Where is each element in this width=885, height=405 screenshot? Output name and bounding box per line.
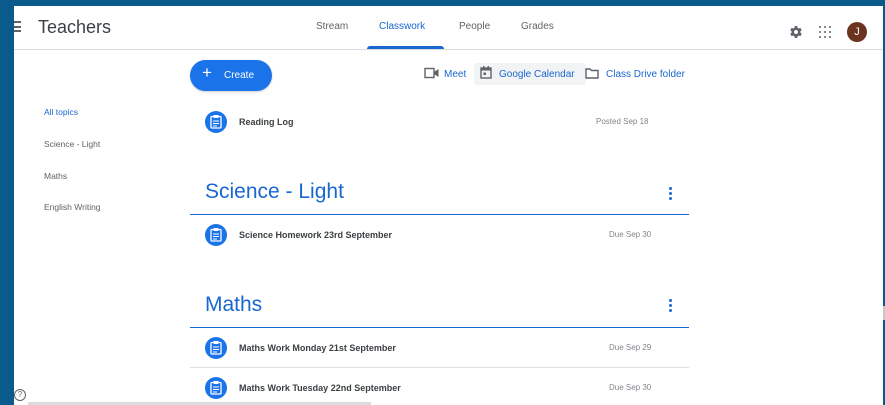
assignment-title[interactable]: Reading Log bbox=[239, 117, 294, 127]
section-title-science[interactable]: Science - Light bbox=[205, 180, 344, 204]
menu-icon[interactable] bbox=[14, 21, 21, 32]
create-button-label: Create bbox=[224, 70, 255, 81]
tab-grades[interactable]: Grades bbox=[521, 21, 554, 32]
create-button[interactable]: + Create bbox=[190, 60, 272, 91]
topic-english-writing[interactable]: English Writing bbox=[44, 202, 101, 212]
assignment-title[interactable]: Maths Work Monday 21st September bbox=[239, 343, 396, 353]
due-date: Due Sep 29 bbox=[609, 343, 652, 352]
active-tab-indicator bbox=[367, 46, 444, 49]
tab-stream[interactable]: Stream bbox=[316, 21, 348, 32]
help-icon[interactable]: ? bbox=[14, 389, 26, 401]
calendar-icon bbox=[480, 66, 492, 79]
due-date: Due Sep 30 bbox=[609, 230, 652, 239]
topic-all-topics[interactable]: All topics bbox=[44, 107, 78, 117]
topic-science-light[interactable]: Science - Light bbox=[44, 139, 100, 149]
row-divider bbox=[190, 367, 689, 368]
section-title-maths[interactable]: Maths bbox=[205, 293, 262, 317]
assignment-icon bbox=[205, 377, 227, 399]
section-divider bbox=[190, 327, 689, 328]
section-divider bbox=[190, 214, 689, 215]
assignment-title[interactable]: Maths Work Tuesday 22nd September bbox=[239, 383, 401, 393]
assignment-title[interactable]: Science Homework 23rd September bbox=[239, 230, 392, 240]
assignment-icon bbox=[205, 111, 227, 133]
top-app-bar: Teachers Stream Classwork People Grades … bbox=[14, 6, 883, 50]
video-camera-icon bbox=[424, 67, 439, 79]
topic-maths[interactable]: Maths bbox=[44, 171, 67, 181]
assignment-icon bbox=[205, 337, 227, 359]
tab-classwork[interactable]: Classwork bbox=[379, 21, 425, 32]
folder-icon bbox=[585, 68, 599, 79]
avatar[interactable]: J bbox=[847, 22, 867, 42]
apps-grid-icon[interactable] bbox=[819, 26, 831, 38]
drive-label: Class Drive folder bbox=[606, 69, 685, 80]
window-frame-left bbox=[0, 6, 14, 405]
more-vert-icon[interactable] bbox=[668, 187, 672, 200]
tab-people[interactable]: People bbox=[459, 21, 490, 32]
posted-date: Posted Sep 18 bbox=[596, 117, 649, 126]
plus-icon: + bbox=[202, 63, 212, 82]
assignment-icon bbox=[205, 224, 227, 246]
gear-icon[interactable] bbox=[789, 25, 803, 39]
calendar-label: Google Calendar bbox=[499, 69, 575, 80]
due-date: Due Sep 30 bbox=[609, 383, 652, 392]
meet-label: Meet bbox=[444, 69, 467, 80]
class-title[interactable]: Teachers bbox=[38, 17, 111, 38]
classroom-page: Teachers Stream Classwork People Grades … bbox=[14, 6, 883, 405]
more-vert-icon[interactable] bbox=[668, 299, 672, 312]
